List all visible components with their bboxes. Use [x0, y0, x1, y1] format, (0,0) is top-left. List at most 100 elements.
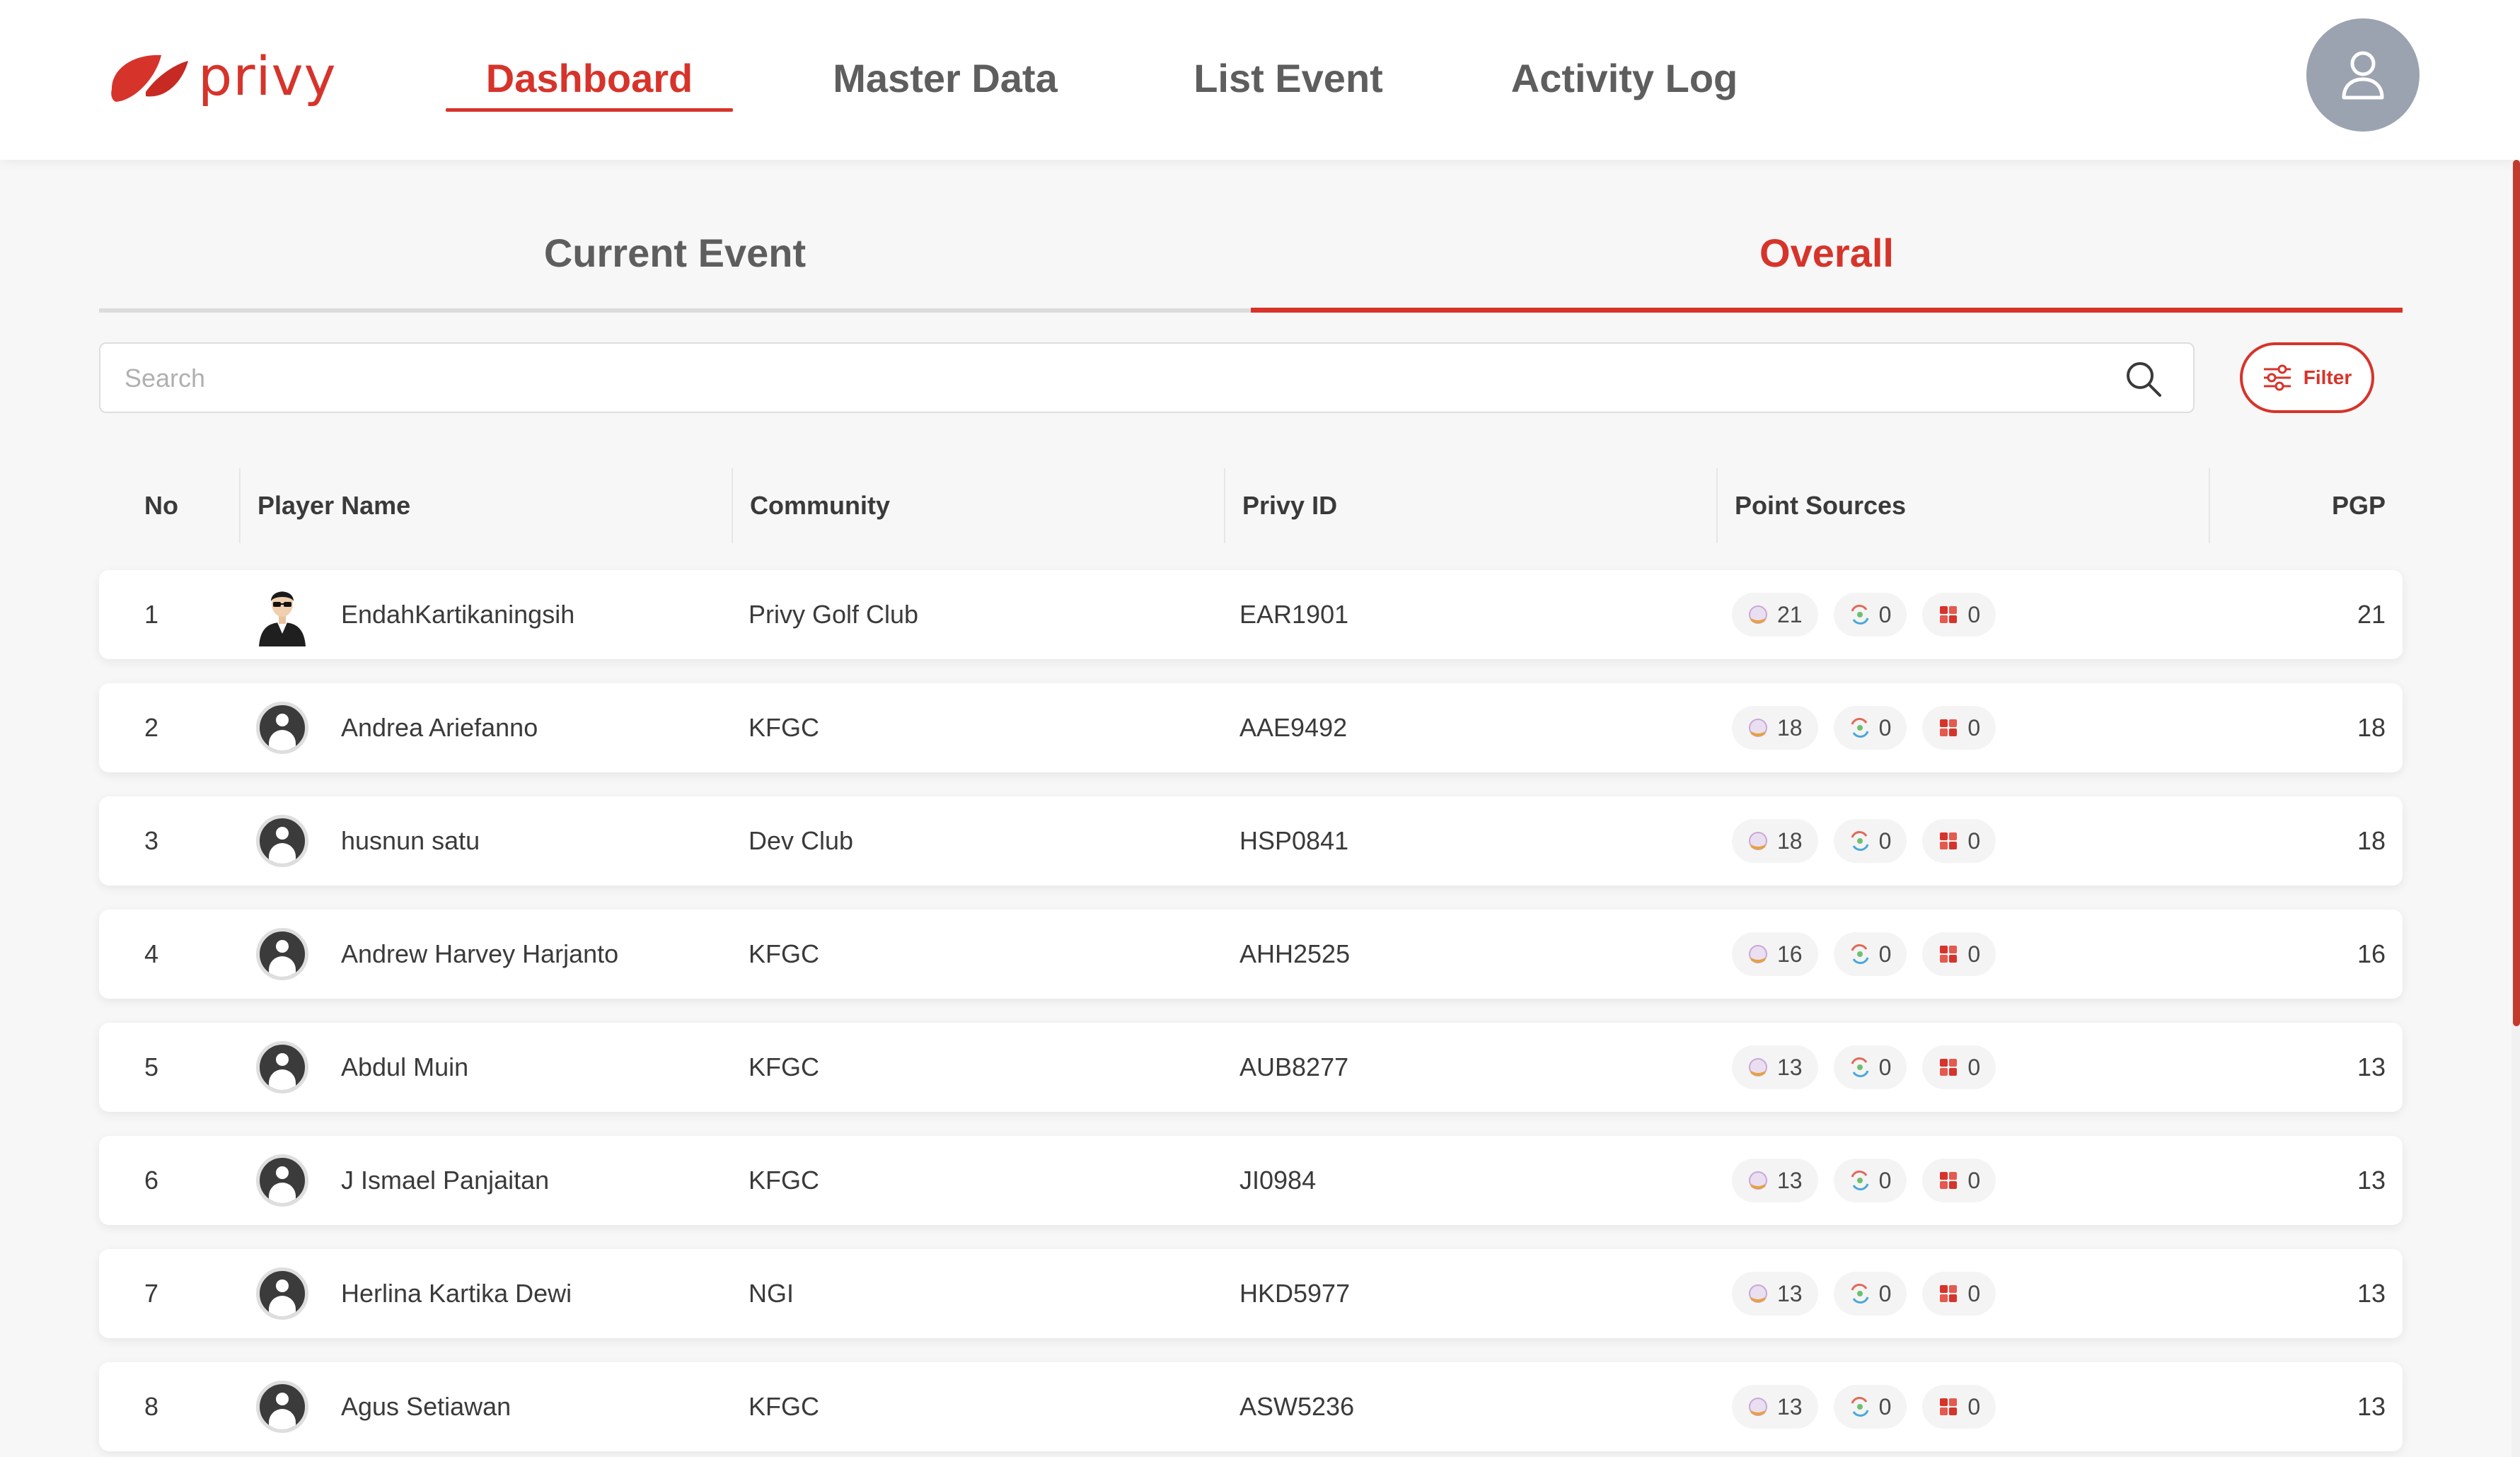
player-avatar	[256, 1249, 308, 1338]
table-row[interactable]: 7 Herlina Kartika Dewi NGI HKD5977 13 0 …	[99, 1249, 2403, 1338]
player-name: Herlina Kartika Dewi	[341, 1279, 572, 1308]
point-source-value: 21	[1777, 601, 1803, 627]
golf-ball-icon	[1749, 1058, 1767, 1076]
profile-avatar-button[interactable]	[2306, 18, 2420, 132]
point-source-pill: 18	[1732, 706, 1818, 750]
column-header-pgp[interactable]: PGP	[2209, 468, 2403, 543]
table-row[interactable]: 2 Andrea Ariefanno KFGC AAE9492 18 0 0 1…	[99, 683, 2403, 772]
pgp-value: 18	[2357, 826, 2386, 855]
table-row[interactable]: 3 husnun satu Dev Club HSP0841 18 0 0 18	[99, 796, 2403, 886]
scrollbar-thumb[interactable]	[2513, 160, 2520, 1026]
column-header-community[interactable]: Community	[732, 468, 1224, 543]
golf-ball-icon	[1749, 1398, 1767, 1416]
player-photo-icon	[259, 591, 306, 646]
nav-master-data-label: Master Data	[833, 55, 1058, 100]
nav-master-data[interactable]: Master Data	[814, 45, 1077, 110]
point-sources: 13 0 0	[1732, 1136, 2011, 1225]
point-source-pill: 0	[1922, 593, 1996, 637]
grid-icon	[1940, 946, 1958, 963]
golf-ball-icon	[1749, 719, 1767, 737]
point-source-pill: 0	[1922, 706, 1996, 750]
community: NGI	[749, 1279, 794, 1308]
point-source-value: 0	[1878, 1280, 1892, 1306]
point-source-pill: 0	[1833, 593, 1907, 637]
row-number: 2	[144, 713, 159, 742]
point-source-pill: 0	[1922, 1159, 1996, 1202]
tab-overall[interactable]: Overall	[1251, 199, 2403, 306]
search-input[interactable]	[123, 344, 2107, 413]
point-source-value: 0	[1878, 1167, 1892, 1193]
point-source-value: 0	[1878, 1393, 1892, 1420]
pgp-value: 18	[2357, 713, 2386, 742]
point-sources: 21 0 0	[1732, 570, 2011, 659]
point-source-pill: 0	[1922, 1385, 1996, 1429]
search-icon[interactable]	[2124, 359, 2163, 399]
golf-ball-icon	[1749, 832, 1767, 850]
default-avatar-icon	[256, 1154, 308, 1207]
point-source-pill: 0	[1833, 819, 1907, 863]
row-number: 1	[144, 600, 159, 629]
privy-id: AHH2525	[1239, 939, 1351, 968]
pgp-value: 13	[2357, 1052, 2386, 1081]
community: KFGC	[749, 1166, 820, 1195]
grid-icon	[1940, 832, 1958, 849]
filter-button[interactable]: Filter	[2240, 342, 2374, 413]
point-source-pill: 0	[1833, 1272, 1907, 1316]
logo-text: privy	[198, 45, 337, 108]
point-source-value: 0	[1878, 941, 1892, 967]
point-source-pill: 0	[1833, 1159, 1907, 1202]
grid-icon	[1940, 1059, 1958, 1076]
community: KFGC	[749, 713, 820, 742]
row-number: 4	[144, 939, 159, 968]
swap-icon	[1851, 831, 1869, 851]
player-name: J Ismael Panjaitan	[341, 1166, 550, 1195]
swap-icon	[1851, 718, 1869, 738]
nav-dashboard[interactable]: Dashboard	[446, 45, 733, 112]
swap-icon	[1851, 1284, 1869, 1304]
point-sources: 13 0 0	[1732, 1249, 2011, 1338]
sliders-icon	[2263, 364, 2291, 391]
column-header-point-sources[interactable]: Point Sources	[1716, 468, 2209, 543]
point-source-value: 0	[1878, 601, 1892, 627]
column-header-privy-id[interactable]: Privy ID	[1224, 468, 1716, 543]
point-source-pill: 0	[1922, 1272, 1996, 1316]
point-source-pill: 13	[1732, 1272, 1818, 1316]
point-source-value: 13	[1777, 1054, 1803, 1080]
default-avatar-icon	[256, 815, 308, 867]
point-sources: 16 0 0	[1732, 910, 2011, 999]
column-header-player-name[interactable]: Player Name	[239, 468, 732, 543]
tab-current-event[interactable]: Current Event	[99, 199, 1251, 306]
point-source-pill: 0	[1922, 1045, 1996, 1089]
point-source-pill: 21	[1732, 593, 1818, 637]
table-row[interactable]: 6 J Ismael Panjaitan KFGC JI0984 13 0 0 …	[99, 1136, 2403, 1225]
column-header-no[interactable]: No	[99, 468, 239, 543]
table-row[interactable]: 8 Agus Setiawan KFGC ASW5236 13 0 0 13	[99, 1362, 2403, 1451]
point-source-pill: 0	[1833, 706, 1907, 750]
swap-icon	[1851, 605, 1869, 625]
community: KFGC	[749, 1392, 820, 1421]
table-row[interactable]: 5 Abdul Muin KFGC AUB8277 13 0 0 13	[99, 1023, 2403, 1112]
golf-ball-icon	[1749, 945, 1767, 963]
point-source-pill: 18	[1732, 819, 1818, 863]
privy-logo-icon	[111, 54, 188, 102]
player-name: Andrew Harvey Harjanto	[341, 939, 619, 968]
point-source-pill: 0	[1833, 1385, 1907, 1429]
grid-icon	[1940, 1172, 1958, 1189]
player-name: EndahKartikaningsih	[341, 600, 575, 629]
nav-list-event[interactable]: List Event	[1179, 45, 1398, 110]
community: Privy Golf Club	[749, 600, 919, 629]
point-source-value: 0	[1878, 714, 1892, 741]
nav-activity-log[interactable]: Activity Log	[1498, 45, 1750, 110]
privy-id: HKD5977	[1239, 1279, 1351, 1308]
default-avatar-icon	[256, 1267, 308, 1320]
grid-icon	[1940, 606, 1958, 623]
tab-divider	[99, 308, 1251, 313]
table-row[interactable]: 4 Andrew Harvey Harjanto KFGC AHH2525 16…	[99, 910, 2403, 999]
point-sources: 13 0 0	[1732, 1362, 2011, 1451]
point-source-value: 0	[1967, 1393, 1981, 1420]
player-avatar	[256, 796, 308, 886]
table-row[interactable]: 1 EndahKartikaningsih Privy Golf Club EA…	[99, 570, 2403, 659]
player-avatar	[256, 1362, 308, 1451]
point-source-pill: 13	[1732, 1045, 1818, 1089]
logo[interactable]: privy	[106, 41, 337, 112]
